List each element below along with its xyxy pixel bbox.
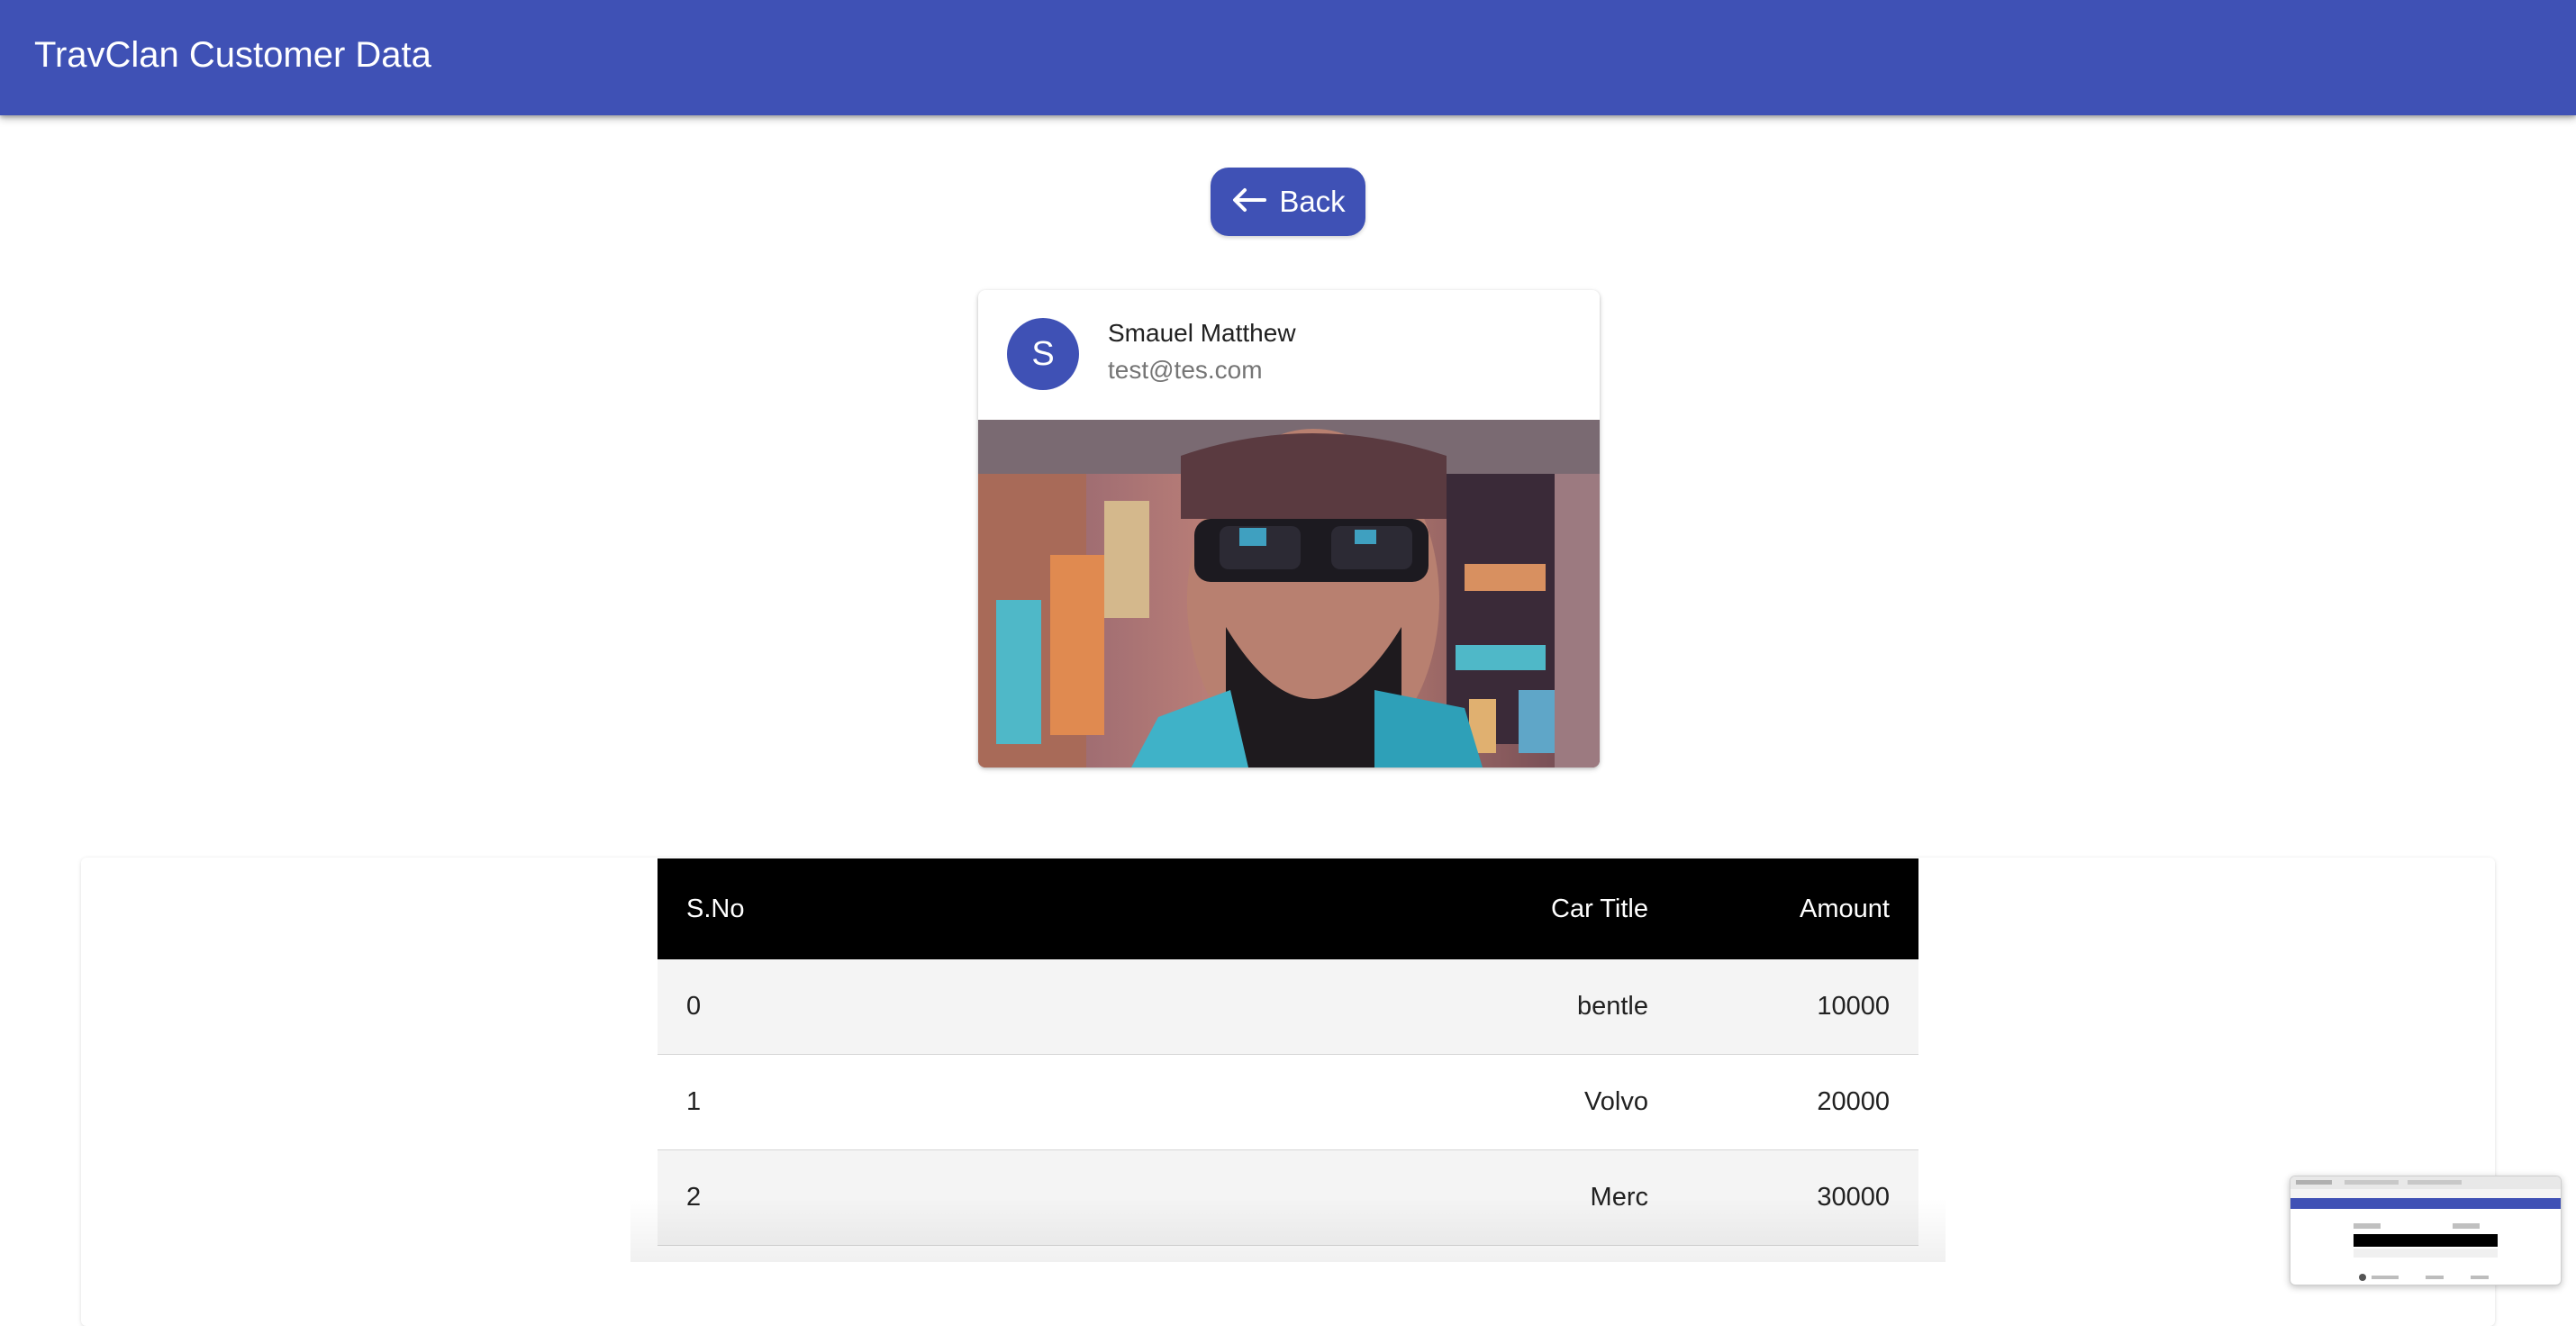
thumbnail-preview-icon (2290, 1176, 2561, 1281)
cell-amount: 10000 (1817, 992, 1890, 1021)
avatar: S (1007, 318, 1079, 390)
back-button-label: Back (1279, 185, 1346, 218)
cell-car-title: Volvo (1584, 1087, 1648, 1116)
customer-email: test@tes.com (1108, 356, 1263, 384)
table-row: 1 Volvo 20000 (658, 1055, 1918, 1150)
customer-card: S Smauel Matthew test@tes.com (978, 290, 1600, 767)
cell-amount: 20000 (1817, 1087, 1890, 1116)
app-bar: TravClan Customer Data (0, 0, 2576, 115)
arrow-left-icon (1233, 188, 1267, 212)
cell-sno: 0 (686, 992, 702, 1021)
cell-sno: 1 (686, 1087, 702, 1116)
screenshot-thumbnail[interactable] (2290, 1176, 2562, 1285)
back-button[interactable]: Back (1211, 168, 1365, 236)
header-car-title: Car Title (1551, 894, 1648, 923)
header-amount: Amount (1800, 894, 1890, 923)
table-row: 2 Merc 30000 (658, 1150, 1918, 1246)
cell-car-title: Merc (1590, 1183, 1648, 1212)
cell-sno: 2 (686, 1183, 702, 1212)
cell-car-title: bentle (1576, 992, 1648, 1021)
table-row: 0 bentle 10000 (658, 959, 1918, 1055)
header-sno: S.No (686, 894, 745, 923)
customer-photo (978, 420, 1600, 767)
avatar-letter: S (1031, 334, 1055, 373)
cell-amount: 30000 (1817, 1183, 1890, 1212)
bids-table: S.No Car Title Amount 0 bentle 10000 1 V… (658, 858, 1918, 1246)
app-title: TravClan Customer Data (34, 35, 431, 75)
table-header-row: S.No Car Title Amount (658, 858, 1918, 959)
customer-name: Smauel Matthew (1108, 319, 1296, 347)
